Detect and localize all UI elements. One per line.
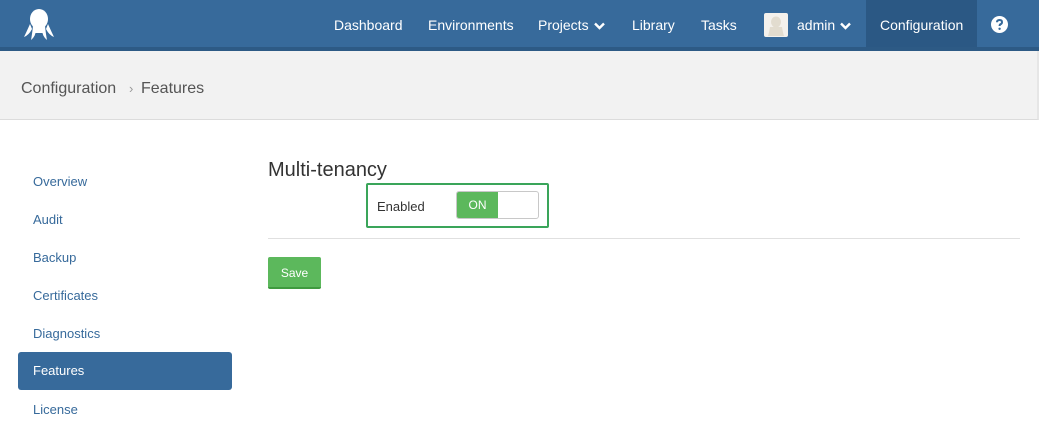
nav-tasks[interactable]: Tasks <box>701 0 737 47</box>
chevron-down-icon <box>840 22 851 30</box>
breadcrumb-configuration[interactable]: Configuration <box>21 51 116 127</box>
save-button[interactable]: Save <box>268 257 321 289</box>
nav-user-menu[interactable]: admin <box>797 0 851 47</box>
nav-configuration[interactable]: Configuration <box>880 0 963 47</box>
sidebar-item-certificates[interactable]: Certificates <box>18 277 232 315</box>
question-circle-icon[interactable] <box>991 16 1008 33</box>
nav-projects-label: Projects <box>538 17 589 33</box>
multi-tenancy-toggle[interactable]: ON <box>456 191 539 219</box>
section-title: Multi-tenancy <box>268 159 387 181</box>
sidebar-item-audit[interactable]: Audit <box>18 201 232 239</box>
sidebar-item-features[interactable]: Features <box>18 352 232 390</box>
breadcrumb-separator-icon: › <box>129 81 134 96</box>
avatar[interactable] <box>764 13 788 37</box>
nav-projects[interactable]: Projects <box>538 0 605 47</box>
sidebar-item-overview[interactable]: Overview <box>18 163 232 201</box>
breadcrumb-features: Features <box>141 80 205 97</box>
top-navigation-bar: Dashboard Environments Projects Library … <box>0 0 1039 51</box>
sidebar-item-license[interactable]: License <box>18 391 232 429</box>
breadcrumb: Configuration › Features <box>0 51 1039 120</box>
sidebar-item-diagnostics[interactable]: Diagnostics <box>18 315 232 353</box>
user-name: admin <box>797 17 836 33</box>
nav-library[interactable]: Library <box>632 0 675 47</box>
enabled-label: Enabled <box>377 199 425 214</box>
user-avatar-icon <box>768 16 784 36</box>
nav-dashboard[interactable]: Dashboard <box>334 0 403 47</box>
chevron-down-icon <box>593 22 605 30</box>
sidebar-item-backup[interactable]: Backup <box>18 239 232 277</box>
octopus-logo-icon[interactable] <box>22 7 56 41</box>
nav-environments[interactable]: Environments <box>428 0 514 47</box>
divider <box>268 238 1020 239</box>
toggle-on-label: ON <box>457 192 498 218</box>
